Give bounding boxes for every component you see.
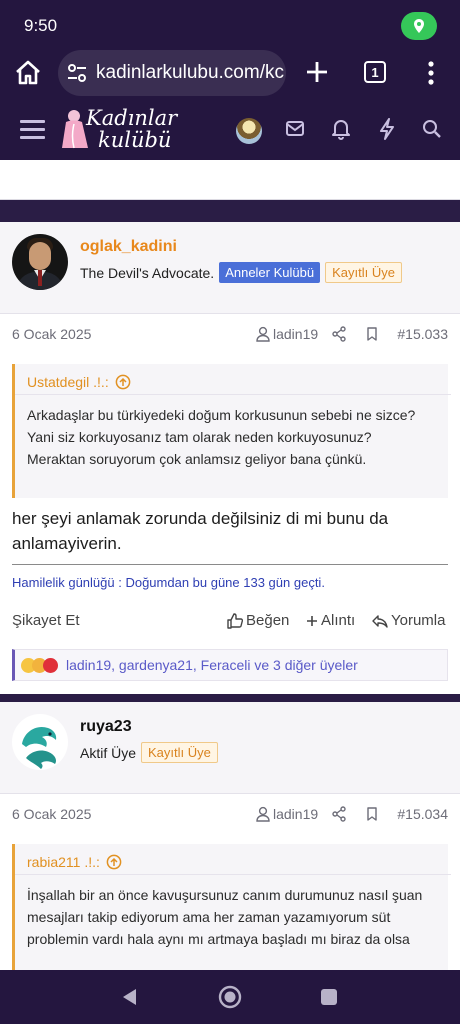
new-tab-icon[interactable] xyxy=(304,59,330,90)
tab-switcher-button[interactable]: 1 xyxy=(364,61,386,83)
quote-author: rabia211 .!.: xyxy=(27,854,100,870)
broken-heart-icon xyxy=(43,657,58,673)
post-date[interactable]: 6 Ocak 2025 xyxy=(12,326,91,342)
back-icon[interactable] xyxy=(120,987,138,1012)
post-username[interactable]: oglak_kadini xyxy=(80,238,177,256)
go-to-quote-icon xyxy=(115,374,131,390)
more-menu-icon[interactable] xyxy=(422,60,440,91)
post-signature[interactable]: Hamilelik günlüğü : Doğumdan bu güne 133… xyxy=(12,564,448,590)
status-time: 9:50 xyxy=(24,16,58,35)
thumbs-up-icon xyxy=(227,612,243,629)
bookmark-icon[interactable] xyxy=(366,806,378,825)
post-number[interactable]: #15.033 xyxy=(397,326,448,342)
location-icon xyxy=(401,12,437,40)
plus-icon xyxy=(307,615,317,626)
post-author[interactable]: ladin19 xyxy=(256,326,318,342)
recents-icon[interactable] xyxy=(320,988,338,1011)
user-avatar[interactable] xyxy=(236,118,262,144)
home-icon[interactable] xyxy=(14,60,42,91)
avatar[interactable] xyxy=(12,714,68,770)
status-bar: 9:50 xyxy=(0,0,460,48)
search-icon[interactable] xyxy=(422,118,442,145)
post-separator xyxy=(0,694,460,702)
post-user-header: oglak_kadini The Devil's Advocate. Annel… xyxy=(0,222,460,314)
quote-text: Arkadaşlar bu türkiyedeki doğum korkusun… xyxy=(27,407,416,467)
quote-author: Ustatdegil .!.: xyxy=(27,374,109,390)
post-author-name: ladin19 xyxy=(273,806,319,822)
browser-toolbar: kadinlarkulubu.com/kc 1 xyxy=(0,48,460,98)
bell-icon[interactable] xyxy=(331,118,351,145)
user-icon xyxy=(256,806,270,822)
post-author[interactable]: ladin19 xyxy=(256,806,318,822)
reply-label: Yorumla xyxy=(391,612,446,629)
post: oglak_kadini The Devil's Advocate. Annel… xyxy=(0,222,460,694)
go-to-quote-icon xyxy=(106,854,122,870)
post-message: her şeyi anlamak zorunda değilsiniz di m… xyxy=(12,509,389,553)
user-title: Aktif Üye xyxy=(80,744,137,761)
post-date[interactable]: 6 Ocak 2025 xyxy=(12,806,91,822)
site-settings-icon[interactable] xyxy=(66,63,88,83)
reactions-text: ladin19, gardenya21, Feraceli ve 3 diğer… xyxy=(66,657,358,673)
post-username[interactable]: ruya23 xyxy=(80,718,132,736)
user-title: The Devil's Advocate. xyxy=(80,264,215,281)
logo-text-line2: kulübü xyxy=(98,128,172,152)
post-user-title-row: The Devil's Advocate. Anneler Kulübü Kay… xyxy=(80,262,402,283)
post-user-header: ruya23 Aktif Üye Kayıtlı Üye xyxy=(0,702,460,794)
like-button[interactable]: Beğen xyxy=(227,612,289,629)
quote-header[interactable]: Ustatdegil .!.: xyxy=(27,374,131,390)
menu-icon[interactable] xyxy=(20,120,45,140)
quote-text: İnşallah bir an önce kavuşursunuz canım … xyxy=(27,887,423,947)
quote-block: Ustatdegil .!.: Arkadaşlar bu türkiyedek… xyxy=(12,364,451,498)
previous-post-footer xyxy=(0,160,460,200)
post-author-name: ladin19 xyxy=(273,326,319,342)
reply-icon xyxy=(372,614,388,628)
post-separator xyxy=(0,200,460,222)
post-number[interactable]: #15.034 xyxy=(397,806,448,822)
reactions-bar[interactable]: ladin19, gardenya21, Feraceli ve 3 diğer… xyxy=(12,649,448,681)
logo-text-line1: Kadınlar xyxy=(86,106,178,130)
avatar[interactable] xyxy=(12,234,68,290)
like-label: Beğen xyxy=(246,612,290,629)
user-icon xyxy=(256,326,270,342)
quote-button[interactable]: Alıntı xyxy=(306,612,355,629)
bookmark-icon[interactable] xyxy=(366,326,378,345)
quote-header[interactable]: rabia211 .!.: xyxy=(27,854,122,870)
system-navigation-bar xyxy=(0,970,460,1024)
site-header: Kadınlar kulübü xyxy=(0,98,460,160)
site-logo[interactable]: Kadınlar kulübü xyxy=(62,106,182,154)
share-icon[interactable] xyxy=(332,326,346,345)
share-icon[interactable] xyxy=(332,806,346,825)
reply-button[interactable]: Yorumla xyxy=(372,612,445,629)
user-badge: Kayıtlı Üye xyxy=(325,262,402,283)
user-badge: Anneler Kulübü xyxy=(219,262,321,283)
address-bar[interactable]: kadinlarkulubu.com/kc xyxy=(58,50,286,96)
quote-block: rabia211 .!.: İnşallah bir an önce kavuş… xyxy=(12,844,451,970)
messages-icon[interactable] xyxy=(285,118,305,145)
post: ruya23 Aktif Üye Kayıtlı Üye 6 Ocak 2025… xyxy=(0,702,460,970)
user-badge: Kayıtlı Üye xyxy=(141,742,218,763)
lightning-icon[interactable] xyxy=(377,118,397,145)
quote-label: Alıntı xyxy=(321,612,356,629)
report-button[interactable]: Şikayet Et xyxy=(12,612,80,629)
post-user-title-row: Aktif Üye Kayıtlı Üye xyxy=(80,742,218,763)
home-button-icon[interactable] xyxy=(218,985,242,1014)
url-text: kadinlarkulubu.com/kc xyxy=(96,62,284,83)
